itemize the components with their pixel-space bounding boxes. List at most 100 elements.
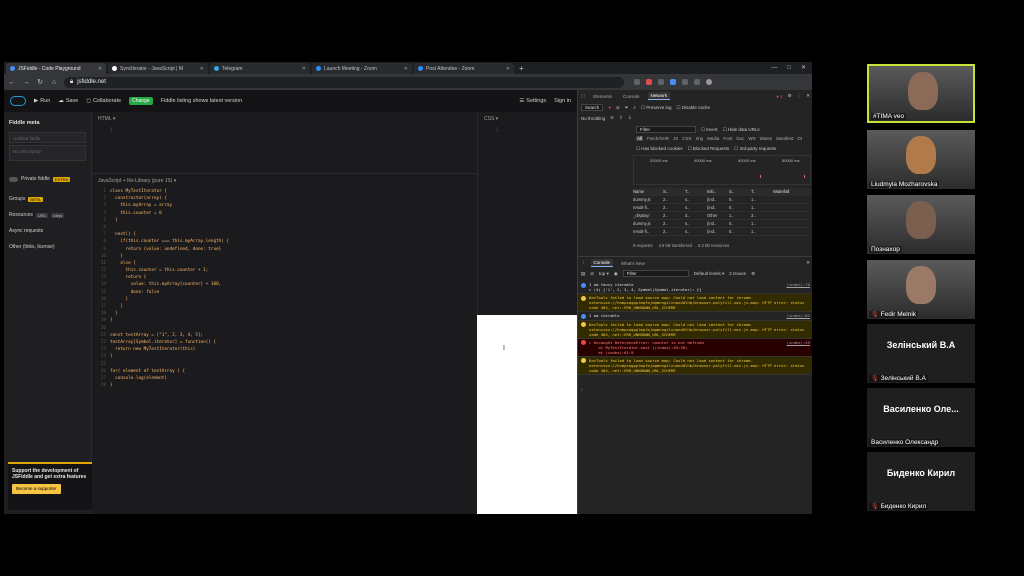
third-party-checkbox[interactable]: ☐ 3rd-party requests bbox=[734, 146, 776, 152]
css-pane-label[interactable]: CSS ▾ bbox=[484, 116, 498, 122]
extension-icon[interactable] bbox=[658, 79, 664, 85]
extension-icon[interactable] bbox=[670, 79, 676, 85]
participant-tile[interactable]: Зелінський В.А 🎙︎ Зелінський В.А bbox=[867, 324, 975, 383]
close-tab-icon[interactable]: ✕ bbox=[404, 66, 408, 72]
code-line[interactable]: 20 bbox=[96, 325, 466, 332]
description-input[interactable]: No description bbox=[9, 145, 86, 161]
code-line[interactable]: 19} bbox=[96, 317, 466, 324]
context-select[interactable]: top ▾ bbox=[599, 271, 609, 277]
wifi-icon[interactable]: ≋ bbox=[610, 115, 614, 121]
console-filter-input[interactable]: Filter bbox=[622, 270, 689, 277]
code-line[interactable]: 7 next() { bbox=[96, 231, 466, 238]
code-line[interactable]: 28} bbox=[96, 382, 466, 389]
type-filter-10[interactable]: Manifest bbox=[776, 136, 793, 141]
code-line[interactable]: 13 return { bbox=[96, 274, 466, 281]
code-line[interactable]: 21 const testArray = ["1", 2, 3, 4, 5]; bbox=[96, 332, 466, 339]
upload-icon[interactable]: ⇧ bbox=[619, 115, 623, 121]
participant-tile[interactable]: #TIMA veo bbox=[867, 64, 975, 123]
search-button[interactable]: Search bbox=[581, 104, 604, 111]
participant-tile[interactable]: Познахор bbox=[867, 195, 975, 254]
more-icon[interactable]: ⋮ bbox=[797, 93, 802, 99]
code-area[interactable]: 1 class MyTestIterator {2 constructor(arr… bbox=[96, 188, 466, 389]
type-filter-0[interactable]: All bbox=[636, 136, 644, 141]
maximize-icon[interactable]: □ bbox=[787, 63, 791, 74]
code-line[interactable]: 15 done: false bbox=[96, 289, 466, 296]
message-source-link[interactable]: (index):62 bbox=[787, 313, 810, 319]
eye-icon[interactable]: ◉ bbox=[614, 271, 618, 277]
type-filter-1[interactable]: Fetch/XHR bbox=[647, 136, 669, 141]
code-line[interactable]: 8 if(this.counter === this.myArray.lengt… bbox=[96, 238, 466, 245]
type-filter-6[interactable]: Font bbox=[723, 136, 732, 141]
issues-button[interactable]: 2 Issues bbox=[729, 271, 746, 276]
extension-icon[interactable] bbox=[634, 79, 640, 85]
column-header[interactable]: Waterfall bbox=[773, 189, 795, 194]
code-line[interactable]: 23 return new MyTestIterator(this) bbox=[96, 346, 466, 353]
tab-network[interactable]: Network bbox=[647, 92, 671, 100]
jsfiddle-logo-icon[interactable] bbox=[10, 96, 26, 106]
reload-icon[interactable]: ↻ bbox=[36, 78, 44, 86]
preserve-log-checkbox[interactable]: ☐ Preserve log bbox=[641, 105, 672, 111]
code-line[interactable]: 1 class MyTestIterator { bbox=[96, 188, 466, 195]
extension-icon[interactable] bbox=[646, 79, 652, 85]
console-message[interactable]: I am fancy iterable ▸ (4) ['1', 2, 3, 4,… bbox=[578, 281, 812, 294]
hide-data-urls-checkbox[interactable]: ☐ Hide data URLs bbox=[723, 127, 760, 133]
sidebar-item-async[interactable]: Async requests bbox=[4, 223, 91, 239]
levels-select[interactable]: Default levels ▾ bbox=[694, 271, 725, 277]
console-settings-icon[interactable]: ⚙ bbox=[751, 271, 755, 277]
column-header[interactable]: Name bbox=[633, 189, 663, 194]
tab-console[interactable]: Console bbox=[620, 93, 643, 100]
tab-zoom-launch[interactable]: Launch Meeting - Zoom ✕ bbox=[312, 63, 412, 74]
become-supporter-button[interactable]: Become a supporter bbox=[12, 484, 61, 494]
sidebar-item-other[interactable]: Other (links, license) bbox=[4, 239, 91, 255]
code-line[interactable]: 24} bbox=[96, 353, 466, 360]
code-line[interactable]: 11 else { bbox=[96, 260, 466, 267]
code-line[interactable]: 10 } bbox=[96, 253, 466, 260]
type-filter-8[interactable]: WS bbox=[748, 136, 755, 141]
tab-console-drawer[interactable]: Console bbox=[590, 259, 614, 267]
console-message[interactable]: DevTools failed to load source map: Coul… bbox=[578, 294, 812, 312]
code-line[interactable]: 3 this.myArray = array bbox=[96, 202, 466, 209]
result-frame[interactable]: I bbox=[477, 315, 577, 514]
code-line[interactable]: 5 } bbox=[96, 217, 466, 224]
clear-icon[interactable]: ⊘ bbox=[616, 105, 620, 111]
url-input[interactable]: 🔒︎ jsfiddle.net bbox=[64, 76, 624, 88]
type-filter-3[interactable]: CSS bbox=[682, 136, 691, 141]
close-tab-icon[interactable]: ✕ bbox=[200, 66, 204, 72]
table-row[interactable]: result-fi.. 2.. s.. (ind.. 0.. 1.. bbox=[633, 204, 811, 212]
tab-jsfiddle[interactable]: JSFiddle - Code Playground ✕ bbox=[6, 63, 106, 74]
message-source-link[interactable]: (index):49 bbox=[787, 340, 810, 355]
column-header[interactable]: T.. bbox=[751, 189, 773, 194]
inspect-icon[interactable]: ⬚ bbox=[581, 93, 585, 99]
throttle-select[interactable]: No throttling bbox=[581, 116, 605, 121]
search-icon[interactable]: ⌕ bbox=[633, 105, 636, 110]
message-source-link[interactable]: (index):70 bbox=[787, 282, 810, 292]
profile-avatar[interactable] bbox=[706, 79, 712, 85]
tab-zoom-post[interactable]: Post Attendee - Zoom ✕ bbox=[414, 63, 514, 74]
participant-tile[interactable]: 🎙︎ Fedir Melnik bbox=[867, 260, 975, 319]
code-line[interactable]: 6 bbox=[96, 224, 466, 231]
home-icon[interactable]: ⌂ bbox=[50, 79, 58, 86]
console-prompt[interactable]: › bbox=[581, 387, 583, 393]
extension-icon[interactable] bbox=[682, 79, 688, 85]
html-editor[interactable]: HTML ▾ 1 bbox=[92, 112, 477, 174]
code-line[interactable]: 9 return {value: undefined, done: true} bbox=[96, 246, 466, 253]
code-line[interactable]: 4 this.counter = 0 bbox=[96, 210, 466, 217]
collaborate-button[interactable]: ◻ Collaborate bbox=[86, 98, 121, 104]
filter-icon[interactable]: ⏷ bbox=[625, 105, 629, 110]
disable-cache-checkbox[interactable]: ☐ Disable cache bbox=[676, 105, 710, 111]
tab-telegram[interactable]: Telegram ✕ bbox=[210, 63, 310, 74]
close-window-icon[interactable]: ✕ bbox=[801, 63, 806, 74]
code-line[interactable]: 12 this.counter = this.counter + 1; bbox=[96, 267, 466, 274]
record-icon[interactable]: ● bbox=[608, 105, 611, 110]
title-input[interactable]: Untitled fiddle bbox=[9, 132, 86, 143]
tab-mdn[interactable]: SyncIterator - JavaScript | M ✕ bbox=[108, 63, 208, 74]
table-row[interactable]: dummy.js 2.. s.. (ind.. 0.. 1.. bbox=[633, 220, 811, 228]
column-header[interactable]: Initi.. bbox=[707, 189, 729, 194]
js-editor[interactable]: JavaScript + No-Library (pure JS) ▾ 1 cla… bbox=[92, 174, 477, 514]
code-line[interactable]: 25 bbox=[96, 361, 466, 368]
table-row[interactable]: dummy.js 2.. s.. (ind.. 0.. 1.. bbox=[633, 196, 811, 204]
column-header[interactable]: S.. bbox=[663, 189, 685, 194]
table-row[interactable]: result-fi.. 2.. s.. (ind.. 0.. 1.. bbox=[633, 228, 811, 236]
participant-tile[interactable]: Биденко Кирил 🎙︎ Биденко Кирил bbox=[867, 452, 975, 511]
sign-in-link[interactable]: Sign in bbox=[554, 98, 571, 104]
